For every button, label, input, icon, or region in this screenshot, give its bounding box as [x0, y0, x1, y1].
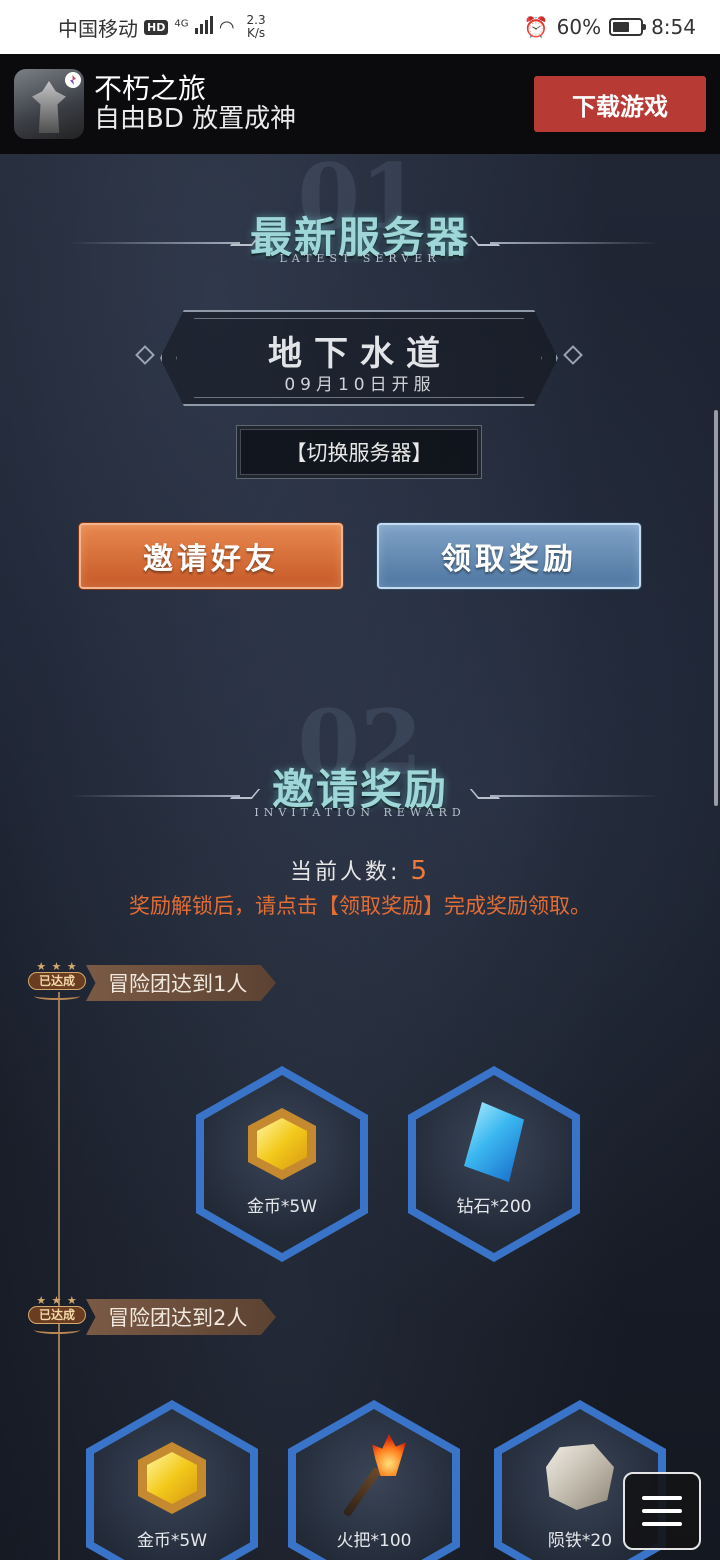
menu-line — [642, 1496, 682, 1500]
achieved-badge: ★ ★ ★ 已达成 — [24, 960, 90, 1004]
floating-menu-button[interactable] — [623, 1472, 701, 1550]
title-divider-right — [490, 795, 660, 797]
server-name: 地下水道 — [268, 334, 452, 374]
invite-friends-button[interactable]: 邀请好友 — [79, 523, 343, 589]
status-right: ⏰ 60% 8:54 — [524, 15, 696, 39]
app-icon[interactable] — [14, 69, 84, 139]
title-divider-left — [70, 795, 240, 797]
signal-icon: 4G — [174, 15, 213, 39]
achieved-badge-label: 已达成 — [28, 1306, 86, 1324]
reward-item[interactable]: 金币*5W — [196, 1066, 368, 1262]
claim-reward-label: 领取奖励 — [441, 542, 577, 577]
reward-label: 火把*100 — [336, 1531, 412, 1551]
carrier-name: 中国移动 — [58, 16, 138, 41]
title-divider-right — [490, 242, 660, 244]
badge-swirl-icon — [34, 1326, 80, 1334]
alarm-icon: ⏰ — [523, 15, 549, 39]
achieved-badge: ★ ★ ★ 已达成 — [24, 1294, 90, 1338]
achieved-badge-label: 已达成 — [28, 972, 86, 990]
event-page[interactable]: 01 最新服务器 LATEST SERVER 地下水道 09月10日开服 【切换… — [0, 154, 720, 1560]
clock: 8:54 — [651, 15, 696, 39]
network-type: 4G — [174, 18, 189, 30]
reward-label: 金币*5W — [246, 1197, 318, 1217]
network-speed: 2.3 K/s — [247, 14, 266, 40]
current-count-value: 5 — [410, 856, 430, 886]
reward-notice: 奖励解锁后，请点击【领取奖励】完成奖励领取。 — [129, 894, 591, 918]
wifi-icon: ◠ — [218, 16, 235, 38]
section2-subtitle: INVITATION REWARD — [254, 806, 466, 819]
speed-value: 2.3 — [246, 13, 266, 27]
reward-item[interactable]: 金币*5W — [86, 1400, 258, 1560]
title-divider-left — [70, 242, 240, 244]
reward-label: 金币*5W — [136, 1531, 208, 1551]
current-count-label: 当前人数: — [290, 860, 401, 885]
switch-server-button[interactable]: 【切换服务器】 — [236, 425, 482, 479]
reward-item[interactable]: 钻石*200 — [408, 1066, 580, 1262]
menu-line — [642, 1522, 682, 1526]
banner-text: 不朽之旅 自由BD 放置成神 — [94, 72, 297, 135]
status-bar: 中国移动 HD 4G ◠ 2.3 K/s ⏰ 60% 8:54 — [0, 0, 720, 54]
status-left: 中国移动 HD 4G ◠ 2.3 K/s — [58, 13, 266, 42]
app-name: 不朽之旅 — [94, 72, 207, 105]
hd-badge: HD — [144, 19, 169, 35]
claim-reward-button[interactable]: 领取奖励 — [377, 523, 641, 589]
battery-icon — [609, 18, 647, 36]
app-download-banner: 不朽之旅 自由BD 放置成神 下载游戏 — [0, 54, 720, 154]
invite-friends-label: 邀请好友 — [143, 542, 279, 577]
app-tagline: 自由BD 放置成神 — [94, 104, 297, 134]
badge-swirl-icon — [34, 992, 80, 1000]
current-count: 当前人数: 5 — [0, 854, 720, 886]
reward-label: 钻石*200 — [456, 1197, 532, 1217]
platform-badge-icon — [65, 72, 81, 88]
milestone-label: 冒险团达到1人 — [86, 965, 276, 1001]
battery-percent: 60% — [556, 15, 602, 39]
reward-item[interactable]: 火把*100 — [288, 1400, 460, 1560]
menu-line — [642, 1509, 682, 1513]
section1-subtitle: LATEST SERVER — [279, 252, 441, 265]
app-icon-figure — [32, 81, 66, 133]
timeline-line — [58, 992, 60, 1560]
server-open-date: 09月10日开服 — [284, 375, 436, 395]
speed-unit: K/s — [247, 26, 266, 40]
milestone-label: 冒险团达到2人 — [86, 1299, 276, 1335]
download-game-button[interactable]: 下载游戏 — [534, 76, 706, 132]
